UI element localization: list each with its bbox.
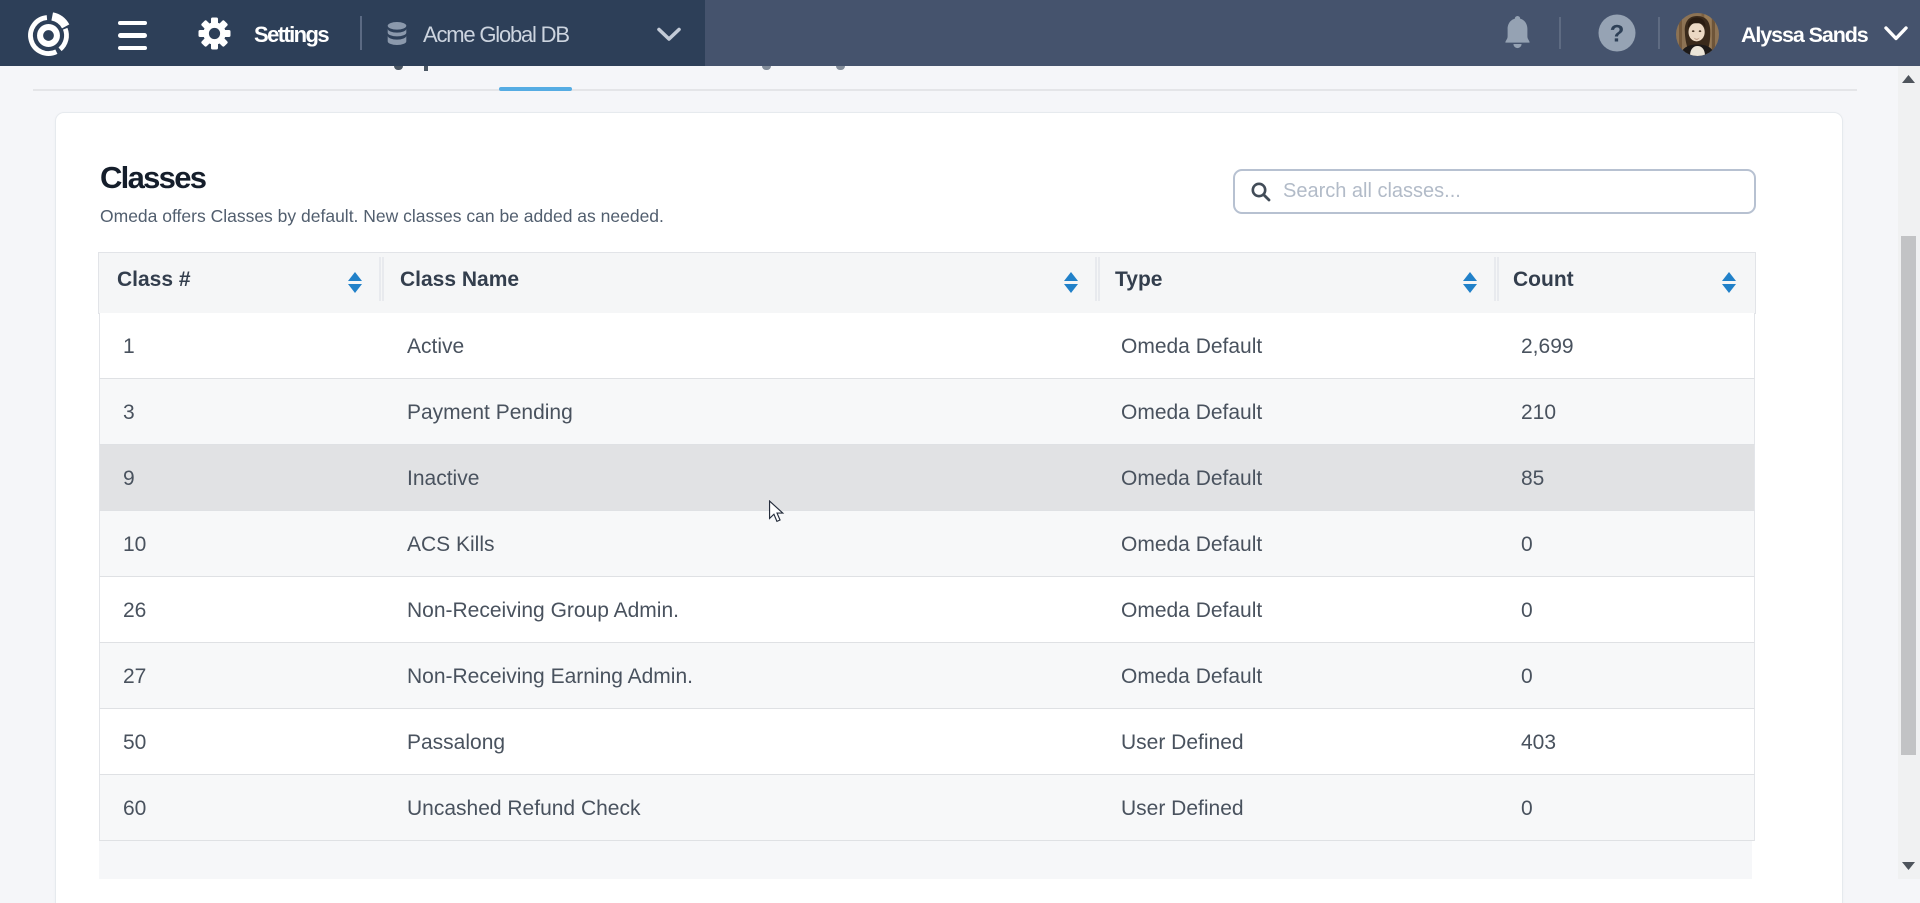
svg-text:?: ? bbox=[1610, 21, 1625, 48]
